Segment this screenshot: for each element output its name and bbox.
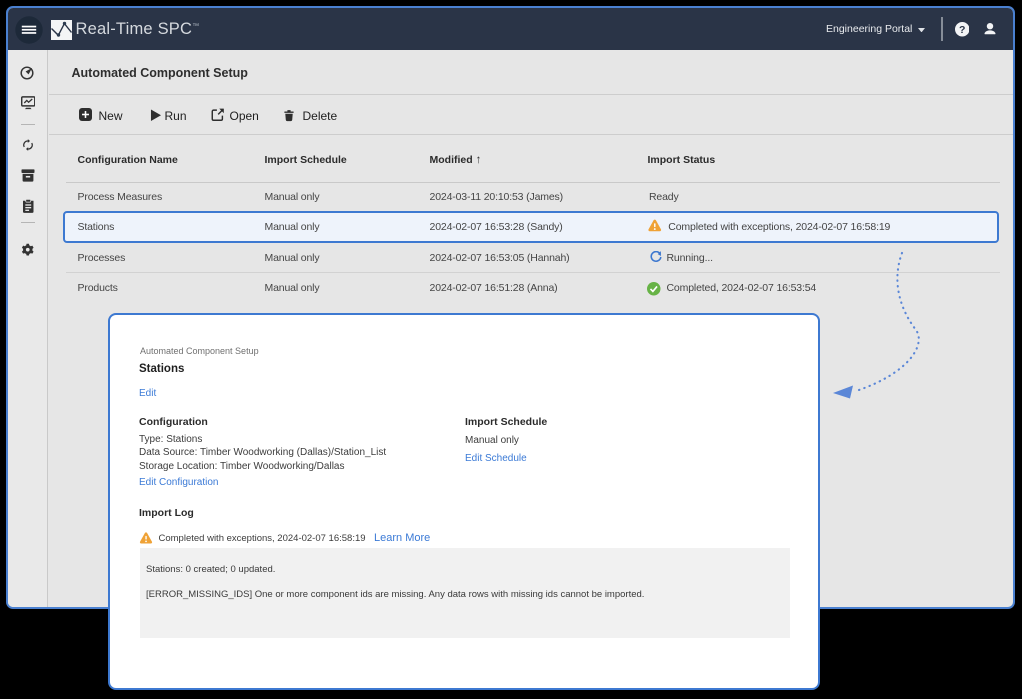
svg-text:?: ? [959, 24, 965, 36]
